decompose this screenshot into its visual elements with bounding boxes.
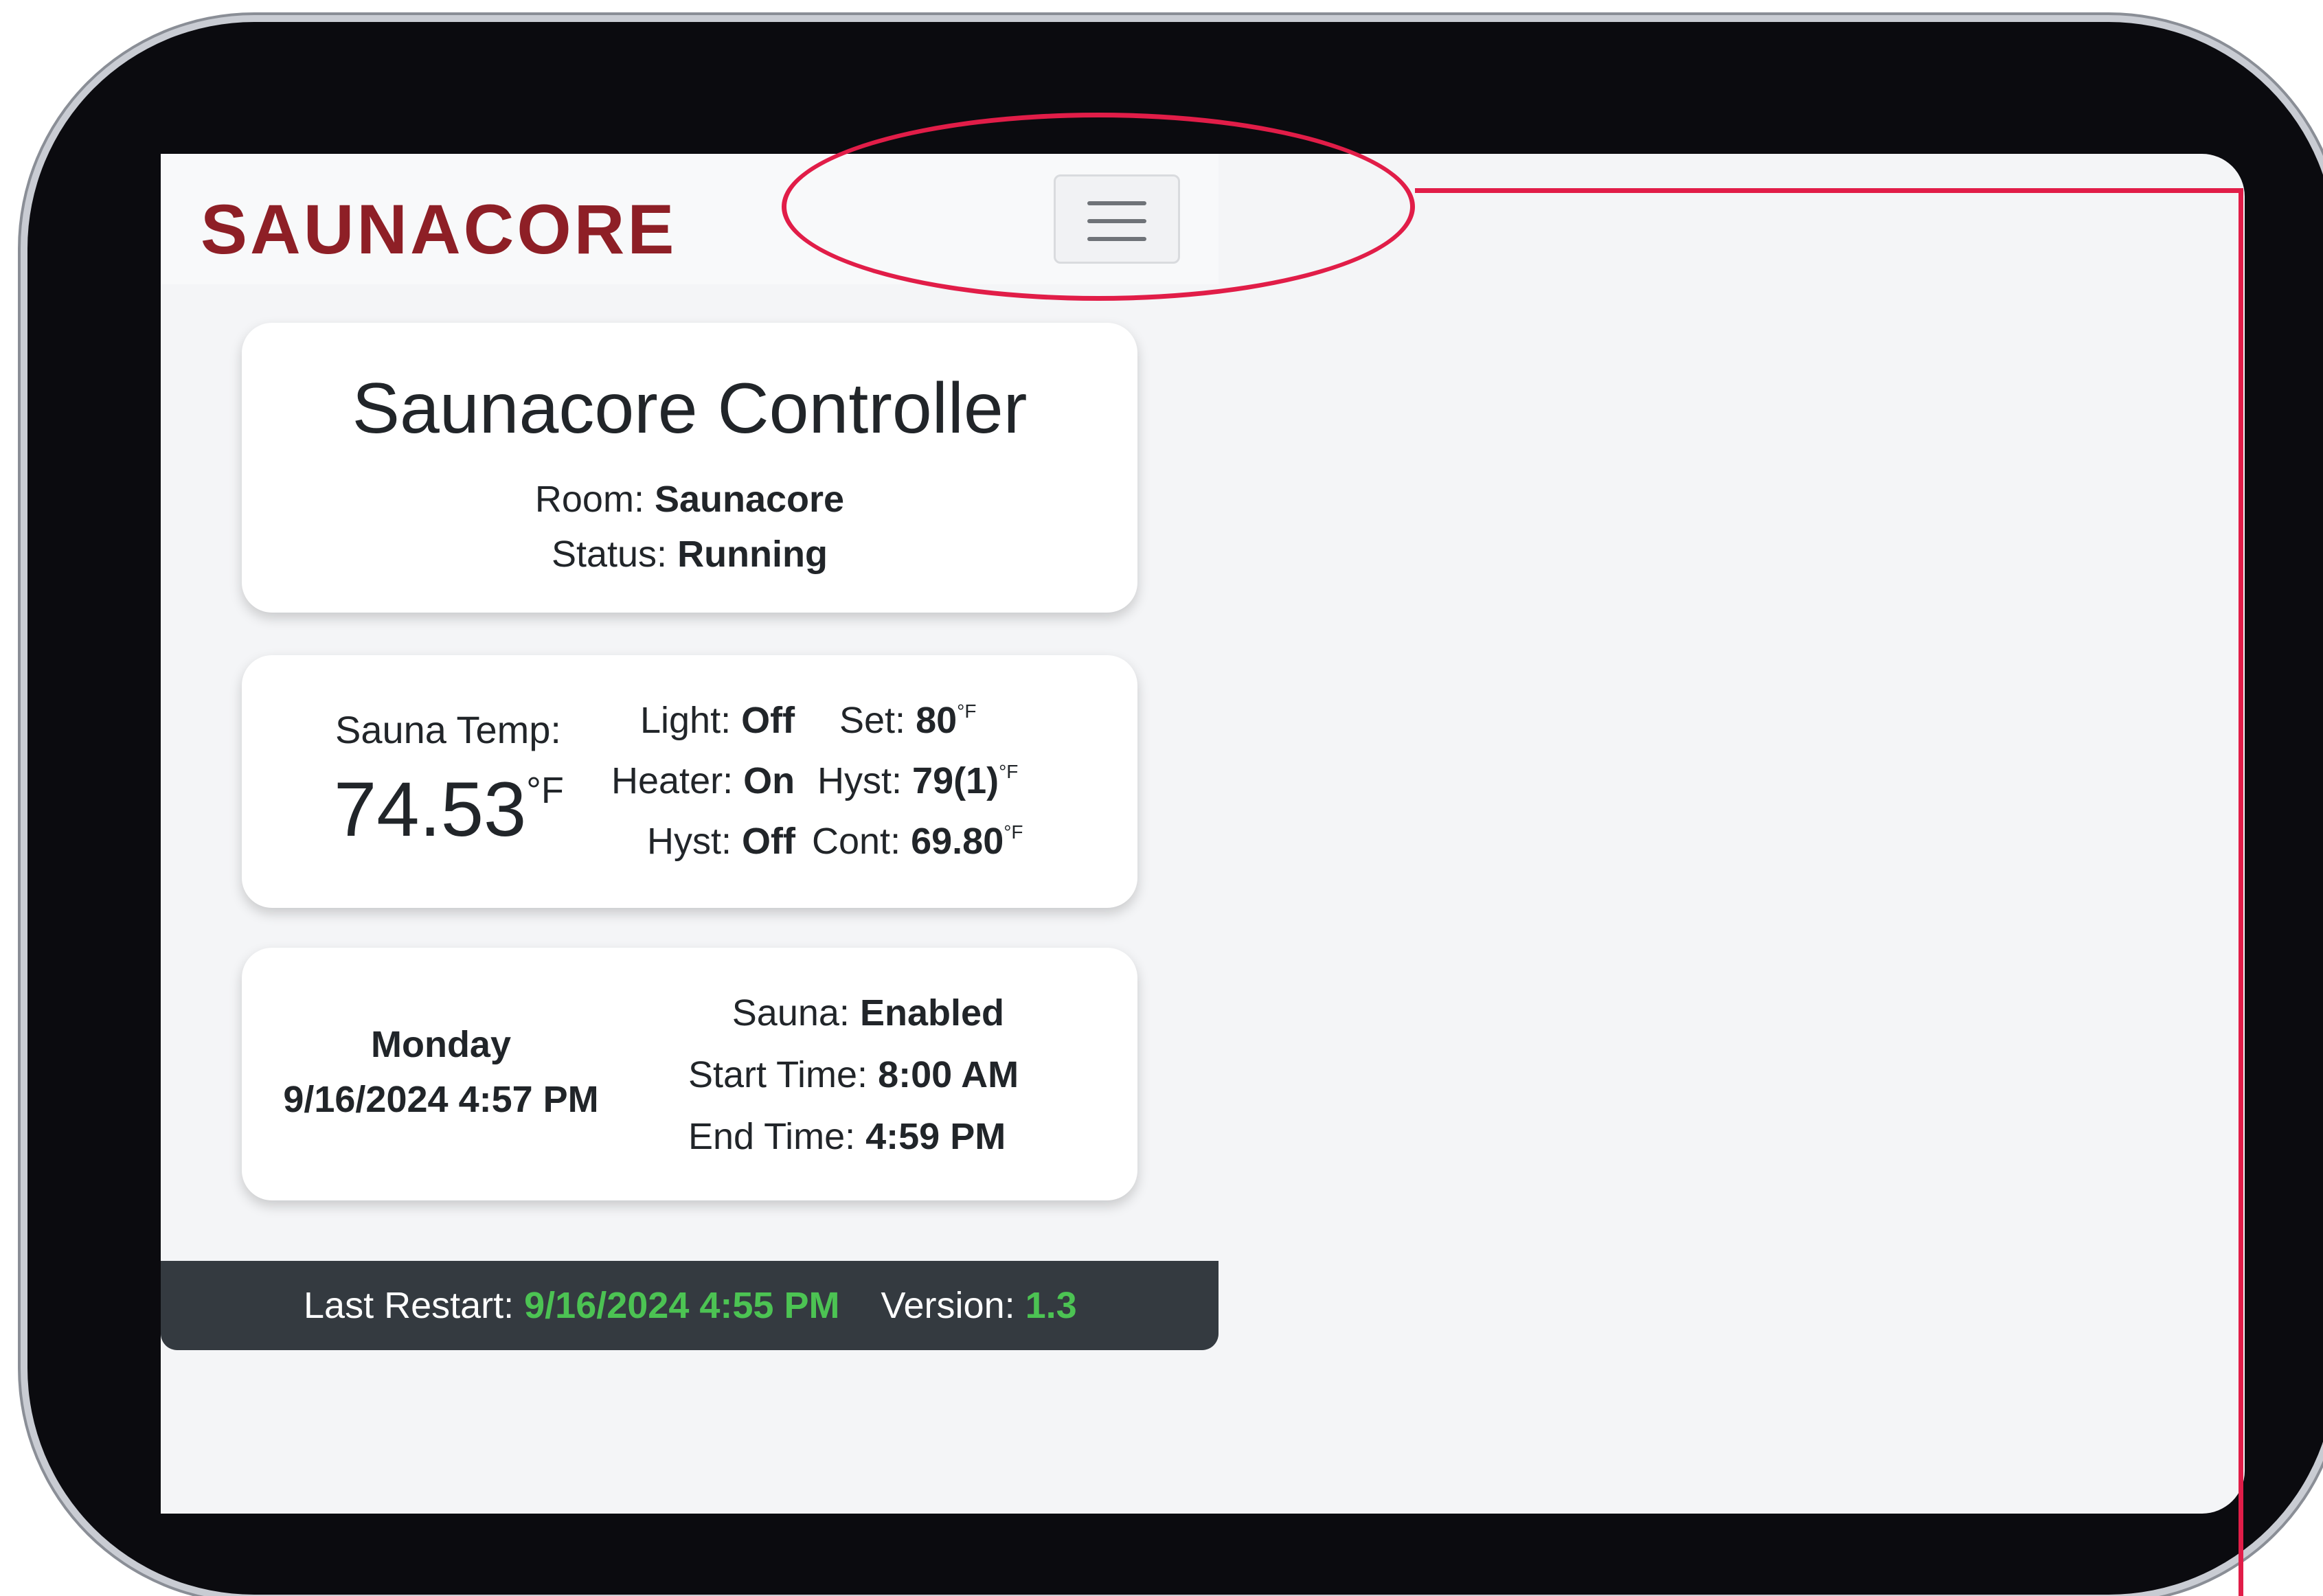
set-value: 80 [916,700,957,741]
room-label: Room: [534,479,644,520]
hyst-row: Hyst: 79(1)°F [817,760,1018,802]
temp-unit: °F [526,770,564,811]
hyst-state-label: Hyst: [647,821,732,862]
end-time-label: End Time: [688,1116,856,1157]
room-line: Room: Saunacore [242,478,1137,521]
cont-unit: °F [1004,821,1023,843]
cont-label: Cont: [812,821,901,862]
sauna-state-value: Enabled [859,992,1004,1034]
hyst-value: 79(1) [912,760,999,801]
light-value: Off [741,700,795,741]
end-time-row: End Time: 4:59 PM [688,1115,1006,1158]
start-time-row: Start Time: 8:00 AM [688,1053,1019,1096]
datetime-value: 9/16/2024 4:57 PM [283,1079,599,1120]
brand-logo[interactable]: SAUNACORE [201,190,677,270]
datetime-label: 9/16/2024 4:57 PM [242,1078,640,1121]
sauna-temp-value: 74.53 [334,766,527,852]
heater-label: Heater: [611,760,734,801]
cont-row: Cont: 69.80°F [812,820,1023,863]
room-value: Saunacore [654,479,845,520]
hyst-label: Hyst: [817,760,903,801]
version-label: Version: [881,1285,1015,1326]
hyst-unit: °F [999,761,1019,782]
start-time-label: Start Time: [688,1054,868,1095]
callout-line-horizontal [1415,188,2243,193]
footer-text: Last Restart: 9/16/2024 4:55 PM Version:… [304,1284,1077,1327]
set-label: Set: [839,700,906,741]
set-unit: °F [957,700,977,722]
sauna-enabled-row: Sauna: Enabled [688,992,1004,1034]
light-label: Light: [640,700,732,741]
sauna-state-label: Sauna: [732,992,850,1034]
callout-line-vertical [2239,188,2243,1596]
hyst-state-row: Hyst: Off [647,820,795,863]
heater-value: On [743,760,795,801]
status-value: Running [677,534,828,575]
cont-value: 69.80 [911,821,1004,862]
schedule-card: Monday 9/16/2024 4:57 PM Sauna: Enabled … [242,948,1137,1200]
page-title: Saunacore Controller [352,369,1028,448]
heater-row: Heater: On [611,760,795,802]
light-row: Light: Off [640,699,795,742]
last-restart-value: 9/16/2024 4:55 PM [524,1285,840,1326]
start-time-value: 8:00 AM [878,1054,1019,1095]
controller-info-card: Saunacore Controller Room: Saunacore Sta… [242,323,1137,613]
status-line: Status: Running [242,533,1137,575]
sauna-temp-readout: 74.53°F [334,765,564,854]
callout-ellipse [782,113,1415,301]
status-label: Status: [551,534,668,575]
hyst-state-value: Off [742,821,795,862]
set-row: Set: 80°F [839,699,976,742]
temperature-card: Sauna Temp: 74.53°F Light: Off Set: 80°F… [242,655,1137,908]
app-screen: SAUNACORE Saunacore Controller Room: Sau… [161,154,2245,1514]
day-value: Monday [370,1024,511,1065]
day-label: Monday [242,1023,640,1066]
end-time-value: 4:59 PM [865,1116,1006,1157]
status-footer: Last Restart: 9/16/2024 4:55 PM Version:… [161,1261,1219,1350]
last-restart-label: Last Restart: [304,1285,514,1326]
version-value: 1.3 [1025,1285,1077,1326]
sauna-temp-label: Sauna Temp: [335,708,561,751]
